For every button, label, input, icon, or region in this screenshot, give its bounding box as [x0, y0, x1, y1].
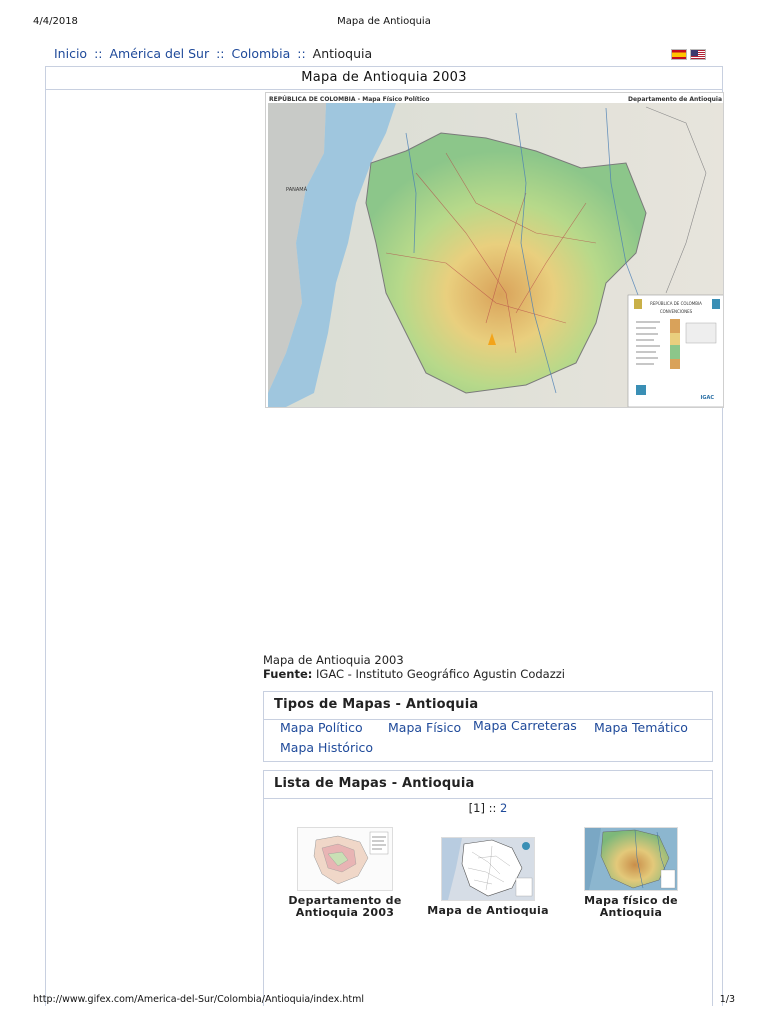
thumbnail-label-line[interactable]: Antioquia 2003	[280, 907, 410, 919]
map-types-links: Mapa Político Mapa Físico Mapa Carretera…	[264, 718, 712, 762]
breadcrumb-link-colombia[interactable]: Colombia	[232, 46, 291, 61]
map-label-panama: PANAMÁ	[286, 186, 308, 193]
link-mapa-fisico[interactable]: Mapa Físico	[388, 720, 461, 735]
map-types-title: Tipos de Mapas - Antioquia	[264, 692, 712, 720]
thumbnail-image-departamento[interactable]	[297, 827, 393, 891]
breadcrumb-separator: ::	[216, 46, 225, 61]
map-legend-box: REPÚBLICA DE COLOMBIA CONVENCIONES IGAC	[627, 294, 723, 407]
page-title: Mapa de Antioquia 2003	[45, 66, 723, 90]
pager-current: [1]	[468, 801, 485, 815]
pager-link-2[interactable]: 2	[500, 801, 507, 815]
print-footer-page: 1/3	[719, 994, 735, 1005]
map-header-left: REPÚBLICA DE COLOMBIA - Mapa Físico Polí…	[269, 96, 429, 103]
source-value: IGAC - Instituto Geográfico Agustin Coda…	[316, 667, 565, 681]
thumbnail-image-mapa[interactable]	[441, 837, 535, 901]
map-legend-subtitle: CONVENCIONES	[660, 309, 693, 314]
link-mapa-carreteras[interactable]: Mapa Carreteras	[473, 718, 577, 733]
spain-flag-icon[interactable]	[671, 49, 687, 60]
breadcrumb-separator: ::	[297, 46, 306, 61]
breadcrumb-link-inicio[interactable]: Inicio	[54, 46, 87, 61]
breadcrumb-link-america-del-sur[interactable]: América del Sur	[109, 46, 209, 61]
breadcrumb: Inicio :: América del Sur :: Colombia ::…	[54, 46, 372, 61]
thumbnail-label[interactable]: Mapa de Antioquia	[423, 905, 553, 917]
map-caption: Mapa de Antioquia 2003 Fuente: IGAC - In…	[263, 653, 565, 681]
map-thumbnail-2[interactable]: Mapa de Antioquia	[423, 837, 553, 917]
map-header-right: Departamento de Antioquia	[628, 96, 722, 103]
print-header: 4/4/2018 Mapa de Antioquia	[0, 16, 768, 30]
map-legend-title: REPÚBLICA DE COLOMBIA	[650, 301, 702, 306]
print-title: Mapa de Antioquia	[337, 16, 431, 27]
link-mapa-historico[interactable]: Mapa Histórico	[280, 740, 373, 755]
map-legend-logo: IGAC	[700, 395, 714, 401]
link-mapa-politico[interactable]: Mapa Político	[280, 720, 363, 735]
thumbnail-label[interactable]: Departamento de Antioquia 2003	[280, 895, 410, 919]
antioquia-map-graphic: REPÚBLICA DE COLOMBIA - Mapa Físico Polí…	[266, 93, 723, 407]
thumbnail-image-fisico[interactable]	[584, 827, 678, 891]
print-footer-url: http://www.gifex.com/America-del-Sur/Col…	[33, 994, 365, 1005]
map-list-title: Lista de Mapas - Antioquia	[264, 771, 712, 799]
map-image[interactable]: REPÚBLICA DE COLOMBIA - Mapa Físico Polí…	[265, 92, 724, 408]
source-label: Fuente:	[263, 667, 313, 681]
link-mapa-tematico[interactable]: Mapa Temático	[594, 720, 688, 735]
caption-title: Mapa de Antioquia 2003	[263, 653, 404, 667]
pager-separator: ::	[488, 801, 497, 815]
caption-source: Fuente: IGAC - Instituto Geográfico Agus…	[263, 667, 565, 681]
usa-flag-icon[interactable]	[690, 49, 706, 60]
map-thumbnail-1[interactable]: Departamento de Antioquia 2003	[280, 827, 410, 919]
page: 4/4/2018 Mapa de Antioquia Inicio :: Amé…	[0, 0, 768, 1024]
thumbnail-label-line[interactable]: Mapa de Antioquia	[423, 905, 553, 917]
breadcrumb-current: Antioquia	[312, 46, 373, 61]
thumbnail-label-line[interactable]: Antioquia	[566, 907, 696, 919]
thumbnail-label[interactable]: Mapa físico de Antioquia	[566, 895, 696, 919]
pagination: [1] :: 2	[264, 799, 712, 817]
language-selector	[671, 49, 706, 60]
map-thumbnail-3[interactable]: Mapa físico de Antioquia	[566, 827, 696, 919]
breadcrumb-separator: ::	[94, 46, 103, 61]
print-footer: http://www.gifex.com/America-del-Sur/Col…	[0, 994, 768, 1008]
map-types-panel: Tipos de Mapas - Antioquia Mapa Político…	[263, 691, 713, 762]
map-list-panel: Lista de Mapas - Antioquia [1] :: 2 Depa…	[263, 770, 713, 1006]
